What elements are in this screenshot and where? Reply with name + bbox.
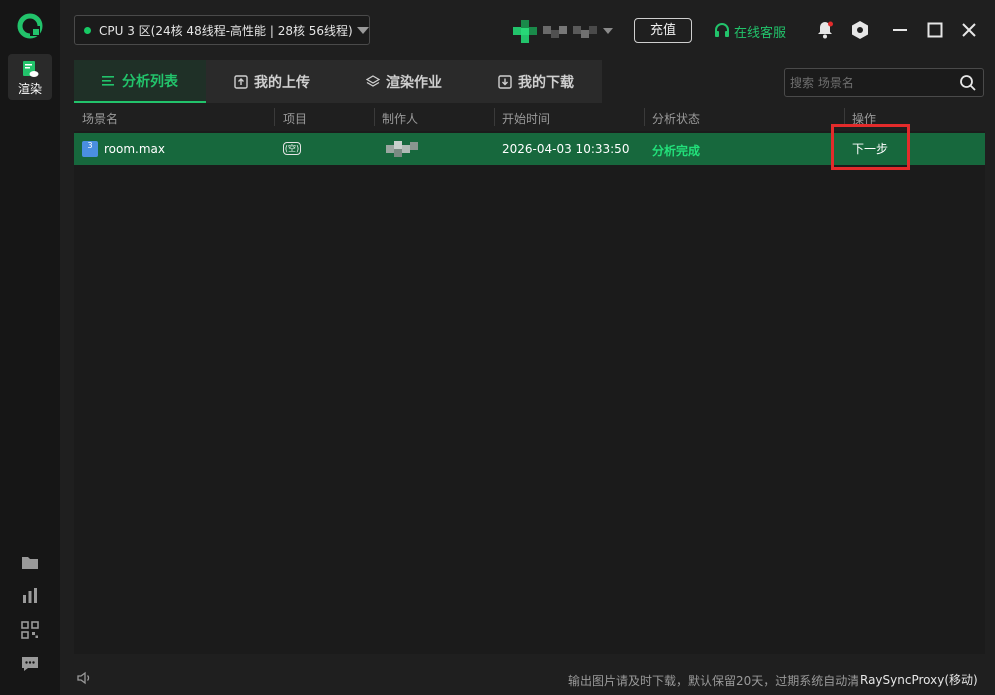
scene-name: room.max <box>104 142 166 156</box>
tab-analysis-list[interactable]: 分析列表 <box>74 60 206 103</box>
list-icon <box>102 75 114 86</box>
tab-label: 分析列表 <box>122 73 178 90</box>
column-divider <box>494 108 495 126</box>
sidebar-item-render-label: 渲染 <box>17 82 42 96</box>
column-header-project: 项目 <box>283 112 308 126</box>
search-icon[interactable] <box>959 74 977 92</box>
chevron-down-icon <box>603 28 613 34</box>
username-masked <box>541 23 597 39</box>
column-divider <box>274 108 275 126</box>
minimize-icon[interactable] <box>890 20 910 40</box>
tab-label: 渲染作业 <box>386 74 442 91</box>
tab-label: 我的上传 <box>254 74 310 91</box>
settings-icon[interactable] <box>850 20 870 40</box>
chevron-down-icon <box>356 26 369 34</box>
table-header: 场景名 项目 制作人 开始时间 分析状态 操作 <box>74 105 985 131</box>
column-divider <box>374 108 375 126</box>
sidebar-item-render[interactable]: 渲染 <box>8 54 52 100</box>
recharge-button[interactable]: 充值 <box>634 18 692 43</box>
render-icon <box>23 61 39 77</box>
tab-my-uploads[interactable]: 我的上传 <box>206 60 338 103</box>
logo-icon <box>17 13 43 39</box>
tab-render-jobs[interactable]: 渲染作业 <box>338 60 470 103</box>
max-file-icon: 3 <box>82 141 98 157</box>
column-header-status: 分析状态 <box>652 112 701 126</box>
search-input[interactable] <box>790 72 955 93</box>
upload-icon <box>234 74 248 89</box>
layers-icon <box>366 74 380 87</box>
table-body: 3 room.max (空) 2026-04-03 10:33:50 分析完成 … <box>74 131 985 654</box>
column-header-creator: 制作人 <box>382 112 419 126</box>
user-menu[interactable] <box>513 20 613 43</box>
headset-icon <box>715 23 729 37</box>
column-header-action: 操作 <box>852 112 877 126</box>
download-icon <box>498 74 512 89</box>
status-badge: 分析完成 <box>652 144 701 158</box>
search-box <box>784 68 984 97</box>
online-service-label: 在线客服 <box>734 25 787 41</box>
app-window: 渲染 CPU 3 区(24核 48线程-高性能 | 28核 56线程) 充值 在… <box>0 0 995 695</box>
tab-bar: 分析列表 我的上传 渲染作业 我的下载 <box>74 60 602 103</box>
maximize-icon[interactable] <box>925 20 945 40</box>
close-icon[interactable] <box>959 20 979 40</box>
project-value: (空) <box>283 142 301 155</box>
folder-icon[interactable] <box>21 553 39 571</box>
left-sidebar: 渲染 <box>0 0 60 695</box>
table-row[interactable]: 3 room.max (空) 2026-04-03 10:33:50 分析完成 … <box>74 133 985 165</box>
bell-icon[interactable] <box>815 20 835 40</box>
status-bar: 输出图片请及时下载，默认保留20天，过期系统自动清 RaySyncProxy(移… <box>60 660 995 695</box>
zone-selector[interactable]: CPU 3 区(24核 48线程-高性能 | 28核 56线程) <box>74 15 370 45</box>
zone-label: CPU 3 区(24核 48线程-高性能 | 28核 56线程) <box>99 23 353 38</box>
tab-my-downloads[interactable]: 我的下载 <box>470 60 602 103</box>
qr-code-icon[interactable] <box>21 621 39 639</box>
column-divider <box>644 108 645 126</box>
proxy-status[interactable]: RaySyncProxy(移动) <box>860 671 978 688</box>
next-step-button[interactable]: 下一步 <box>834 133 906 167</box>
column-header-start-time: 开始时间 <box>502 112 551 126</box>
creator-masked <box>382 139 418 159</box>
start-time: 2026-04-03 10:33:50 <box>502 142 630 156</box>
speaker-icon[interactable] <box>76 670 92 686</box>
stats-icon[interactable] <box>21 587 39 605</box>
status-dot <box>84 26 91 34</box>
avatar <box>513 20 537 43</box>
footer-notice: 输出图片请及时下载，默认保留20天，过期系统自动清 <box>568 674 858 688</box>
chat-icon[interactable] <box>21 655 39 673</box>
tab-label: 我的下载 <box>518 74 574 91</box>
column-header-scene: 场景名 <box>82 112 119 126</box>
online-service-button[interactable]: 在线客服 <box>713 21 786 41</box>
column-divider <box>844 108 845 126</box>
